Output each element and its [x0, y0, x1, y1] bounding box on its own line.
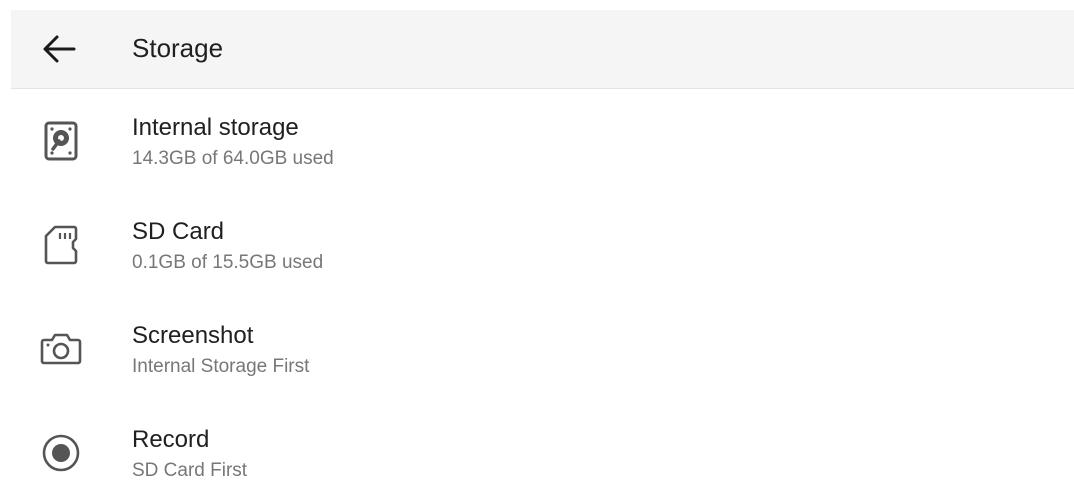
arrow-left-icon	[42, 34, 76, 64]
list-item-title: Screenshot	[132, 322, 254, 349]
list-item-subtitle: 0.1GB of 15.5GB used	[132, 252, 324, 273]
camera-icon	[38, 326, 84, 372]
list-item-sd-card[interactable]: SD Card 0.1GB of 15.5GB used	[0, 193, 1074, 297]
sd-card-icon	[38, 222, 84, 268]
list-item-subtitle: SD Card First	[132, 460, 248, 481]
list-item-title: Internal storage	[132, 114, 299, 141]
app-bar: Storage	[11, 10, 1074, 89]
list-item-title: Record	[132, 426, 210, 453]
list-item-subtitle: 14.3GB of 64.0GB used	[132, 148, 334, 169]
page-title: Storage	[132, 33, 224, 63]
record-icon	[38, 430, 84, 476]
storage-settings-page: Storage Internal storage 14.3GB of 64.0G…	[0, 0, 1074, 486]
hard-drive-icon	[38, 118, 84, 164]
list-item-record[interactable]: Record SD Card First	[0, 401, 1074, 486]
list-item-subtitle: Internal Storage First	[132, 356, 310, 377]
list-item-internal-storage[interactable]: Internal storage 14.3GB of 64.0GB used	[0, 89, 1074, 193]
list-item-screenshot[interactable]: Screenshot Internal Storage First	[0, 297, 1074, 401]
back-button[interactable]	[39, 30, 79, 68]
list-item-title: SD Card	[132, 218, 225, 245]
